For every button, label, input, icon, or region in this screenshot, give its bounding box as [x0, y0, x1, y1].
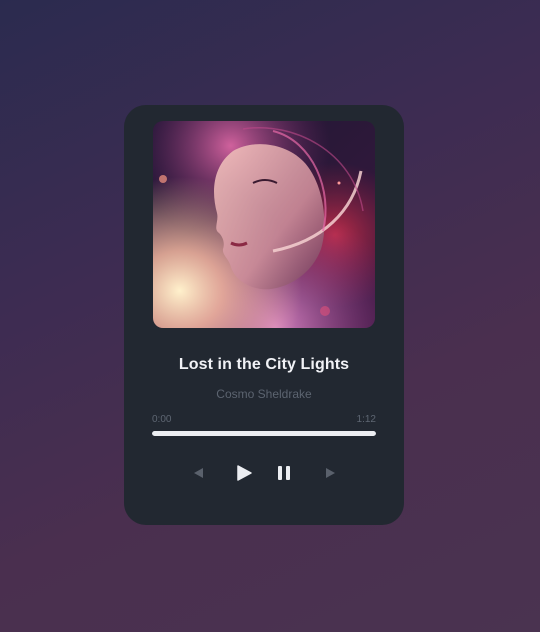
- pause-icon: [278, 466, 290, 480]
- play-icon: [237, 465, 252, 481]
- track-title: Lost in the City Lights: [178, 356, 350, 373]
- pause-button[interactable]: [272, 461, 296, 485]
- total-time: 1:12: [356, 414, 376, 425]
- music-player-card: Lost in the City Lights Cosmo Sheldrake …: [124, 105, 404, 525]
- progress-bar[interactable]: [152, 431, 376, 436]
- progress-fill: [152, 431, 376, 436]
- play-button[interactable]: [232, 461, 256, 485]
- next-icon: [326, 468, 335, 478]
- album-cover: [153, 121, 375, 328]
- track-artist: Cosmo Sheldrake: [216, 387, 312, 401]
- previous-button[interactable]: [186, 461, 210, 485]
- previous-icon: [194, 468, 203, 478]
- current-time: 0:00: [152, 414, 172, 425]
- next-button[interactable]: [318, 461, 342, 485]
